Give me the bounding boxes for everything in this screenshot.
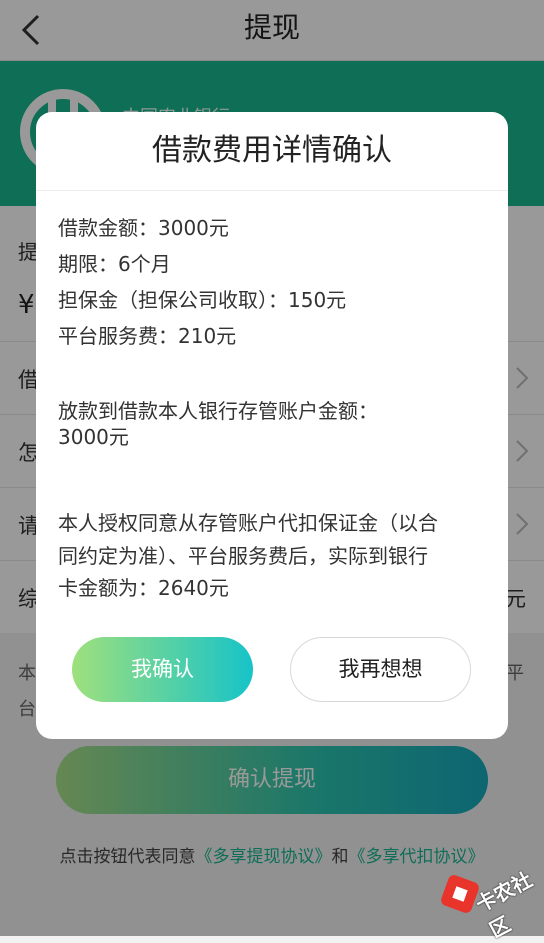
authorization-line: 本人授权同意从存管账户代扣保证金（以合	[58, 511, 438, 535]
authorization-line: 同约定为准）、平台服务费后，实际到银行	[58, 544, 428, 568]
term-line: 期限：6个月	[58, 252, 171, 276]
loan-amount-line: 借款金额：3000元	[58, 216, 229, 240]
confirm-button[interactable]: 我确认	[72, 637, 253, 702]
guarantee-fee-line: 担保金（担保公司收取）：150元	[58, 288, 347, 312]
service-fee-line: 平台服务费：210元	[58, 324, 237, 348]
watermark: 卡农社区	[440, 852, 540, 942]
authorization-line: 卡金额为：2640元	[58, 576, 229, 600]
disbursement-line: 放款到借款本人银行存管账户金额：	[58, 399, 378, 423]
loan-fee-confirm-dialog: 借款费用详情确认 借款金额：3000元 期限：6个月 担保金（担保公司收取）：1…	[36, 112, 508, 739]
disbursement-amount: 3000元	[58, 425, 129, 449]
dialog-title: 借款费用详情确认	[36, 112, 508, 191]
rethink-button[interactable]: 我再想想	[290, 637, 471, 702]
